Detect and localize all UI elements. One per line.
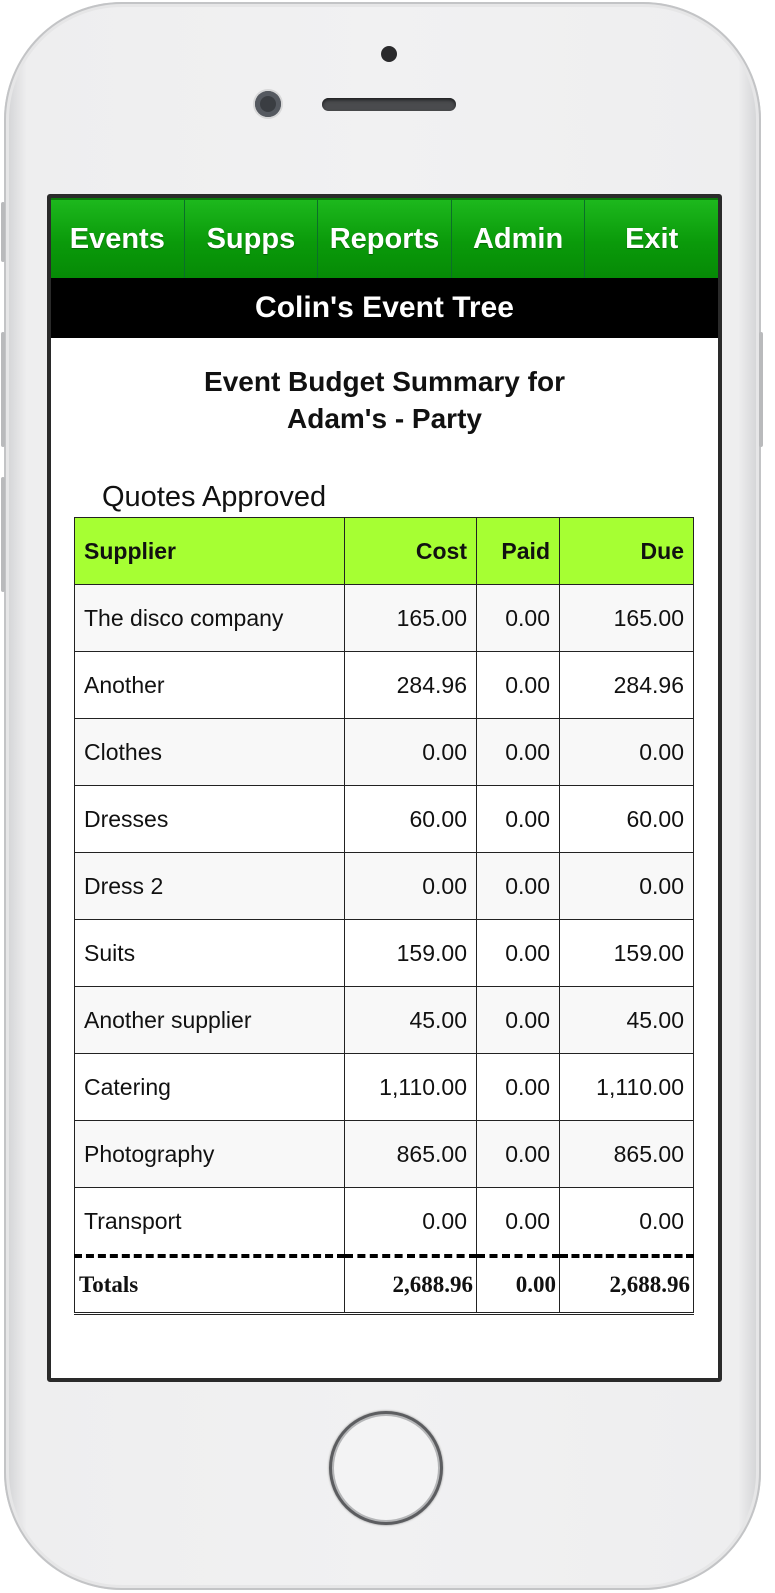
supplier-cell: Suits bbox=[74, 919, 345, 987]
table-row[interactable]: Catering 1,110.00 0.00 1,110.00 bbox=[74, 1053, 694, 1121]
paid-cell: 0.00 bbox=[476, 1187, 560, 1257]
total-due: 2,688.96 bbox=[559, 1254, 694, 1315]
paid-cell: 0.00 bbox=[476, 584, 560, 652]
table-row[interactable]: Clothes 0.00 0.00 0.00 bbox=[74, 718, 694, 786]
supplier-cell: Another bbox=[74, 651, 345, 719]
supplier-cell: Clothes bbox=[74, 718, 345, 786]
supplier-cell: Catering bbox=[74, 1053, 345, 1121]
cost-cell: 0.00 bbox=[344, 852, 477, 920]
budget-table: Supplier Cost Paid Due The disco company… bbox=[74, 517, 694, 1315]
due-cell: 284.96 bbox=[559, 651, 694, 719]
proximity-sensor bbox=[381, 46, 397, 62]
volume-down-button bbox=[1, 477, 5, 592]
cost-cell: 159.00 bbox=[344, 919, 477, 987]
table-row[interactable]: Dress 2 0.00 0.00 0.00 bbox=[74, 852, 694, 920]
power-button bbox=[759, 332, 763, 447]
column-header-paid: Paid bbox=[476, 517, 560, 585]
table-row[interactable]: Another supplier 45.00 0.00 45.00 bbox=[74, 986, 694, 1054]
paid-cell: 0.00 bbox=[476, 852, 560, 920]
cost-cell: 0.00 bbox=[344, 1187, 477, 1257]
supplier-cell: Dresses bbox=[74, 785, 345, 853]
supplier-cell: The disco company bbox=[74, 584, 345, 652]
volume-up-button bbox=[1, 332, 5, 447]
due-cell: 0.00 bbox=[559, 1187, 694, 1257]
due-cell: 60.00 bbox=[559, 785, 694, 853]
page-heading-line2: Adam's - Party bbox=[287, 403, 482, 434]
cost-cell: 60.00 bbox=[344, 785, 477, 853]
supplier-cell: Dress 2 bbox=[74, 852, 345, 920]
paid-cell: 0.00 bbox=[476, 1053, 560, 1121]
nav-events[interactable]: Events bbox=[51, 200, 185, 278]
paid-cell: 0.00 bbox=[476, 986, 560, 1054]
table-row[interactable]: Suits 159.00 0.00 159.00 bbox=[74, 919, 694, 987]
table-row[interactable]: Transport 0.00 0.00 0.00 bbox=[74, 1187, 694, 1257]
table-row[interactable]: Dresses 60.00 0.00 60.00 bbox=[74, 785, 694, 853]
phone-screen: Events Supps Reports Admin Exit Colin's … bbox=[47, 194, 722, 1382]
app-title: Colin's Event Tree bbox=[51, 278, 718, 338]
column-header-cost: Cost bbox=[344, 517, 477, 585]
nav-exit[interactable]: Exit bbox=[585, 200, 718, 278]
table-row[interactable]: Photography 865.00 0.00 865.00 bbox=[74, 1120, 694, 1188]
supplier-cell: Photography bbox=[74, 1120, 345, 1188]
front-camera-icon bbox=[255, 91, 281, 117]
column-header-supplier: Supplier bbox=[74, 517, 345, 585]
supplier-cell: Transport bbox=[74, 1187, 345, 1257]
home-button[interactable] bbox=[329, 1411, 443, 1525]
table-header-row: Supplier Cost Paid Due bbox=[74, 517, 694, 585]
supplier-cell: Another supplier bbox=[74, 986, 345, 1054]
paid-cell: 0.00 bbox=[476, 785, 560, 853]
mute-switch bbox=[1, 202, 5, 262]
total-cost: 2,688.96 bbox=[344, 1254, 477, 1315]
due-cell: 159.00 bbox=[559, 919, 694, 987]
nav-reports[interactable]: Reports bbox=[318, 200, 452, 278]
paid-cell: 0.00 bbox=[476, 718, 560, 786]
table-row[interactable]: Another 284.96 0.00 284.96 bbox=[74, 651, 694, 719]
due-cell: 45.00 bbox=[559, 986, 694, 1054]
totals-row: Totals 2,688.96 0.00 2,688.96 bbox=[74, 1254, 694, 1315]
section-label: Quotes Approved bbox=[102, 481, 327, 513]
cost-cell: 0.00 bbox=[344, 718, 477, 786]
due-cell: 0.00 bbox=[559, 718, 694, 786]
due-cell: 865.00 bbox=[559, 1120, 694, 1188]
cost-cell: 865.00 bbox=[344, 1120, 477, 1188]
nav-supps[interactable]: Supps bbox=[185, 200, 319, 278]
due-cell: 0.00 bbox=[559, 852, 694, 920]
totals-label: Totals bbox=[74, 1254, 345, 1315]
page-heading: Event Budget Summary for Adam's - Party bbox=[51, 363, 718, 437]
total-paid: 0.00 bbox=[476, 1254, 560, 1315]
cost-cell: 284.96 bbox=[344, 651, 477, 719]
paid-cell: 0.00 bbox=[476, 919, 560, 987]
due-cell: 1,110.00 bbox=[559, 1053, 694, 1121]
main-nav: Events Supps Reports Admin Exit bbox=[51, 198, 718, 278]
nav-admin[interactable]: Admin bbox=[452, 200, 586, 278]
page-heading-line1: Event Budget Summary for bbox=[204, 366, 565, 397]
due-cell: 165.00 bbox=[559, 584, 694, 652]
cost-cell: 1,110.00 bbox=[344, 1053, 477, 1121]
cost-cell: 45.00 bbox=[344, 986, 477, 1054]
paid-cell: 0.00 bbox=[476, 651, 560, 719]
paid-cell: 0.00 bbox=[476, 1120, 560, 1188]
table-row[interactable]: The disco company 165.00 0.00 165.00 bbox=[74, 584, 694, 652]
column-header-due: Due bbox=[559, 517, 694, 585]
cost-cell: 165.00 bbox=[344, 584, 477, 652]
earpiece-speaker bbox=[322, 98, 456, 111]
